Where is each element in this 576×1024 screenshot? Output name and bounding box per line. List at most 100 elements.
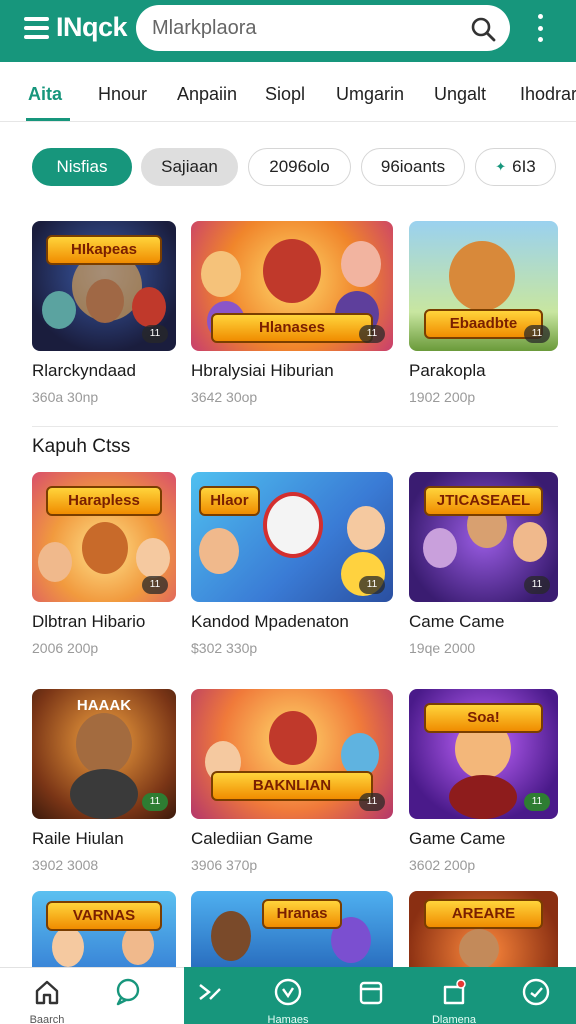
chip-sajiaan[interactable]: Sajiaan [141, 148, 238, 186]
game-meta: 1902 200p [409, 389, 476, 405]
game-title: Calediian Game [191, 829, 313, 848]
search-bar[interactable] [136, 5, 510, 51]
section-divider [32, 426, 558, 427]
game-title: Dlbtran Hibario [32, 612, 146, 631]
rating-badge: 11 [359, 793, 385, 811]
game-title: Parakopla [409, 361, 486, 380]
nav-done[interactable] [506, 967, 566, 1024]
game-banner: JTICASEAEL [423, 486, 544, 516]
game-banner: BAKNLIAN [211, 771, 373, 801]
menu-icon[interactable] [24, 17, 49, 39]
rating-badge: 11 [524, 793, 550, 811]
game-meta: 360a 30np [32, 389, 99, 405]
game-banner: AREARE [423, 899, 544, 929]
nav-home[interactable]: Baarch [17, 967, 77, 1024]
notification-icon [443, 979, 466, 1005]
chip-label: 6I3 [512, 157, 536, 176]
game-thumbnail: HIkapeas 11 [32, 221, 176, 351]
tab-anpaiin[interactable]: Anpaiin [177, 84, 237, 105]
nav-chat[interactable] [98, 967, 158, 1024]
tab-siopl[interactable]: Siopl [265, 84, 305, 105]
bottom-navigation: Baarch Hamaes Dlamena [0, 967, 576, 1024]
rating-badge: 11 [359, 325, 385, 343]
tab-ungalt[interactable]: Ungalt [434, 84, 486, 105]
chat-icon [116, 978, 140, 1006]
rating-badge: 11 [142, 793, 168, 811]
chip-nisfias[interactable]: Nisfias [32, 148, 132, 186]
game-card[interactable]: VARNAS [32, 891, 176, 967]
game-meta: 3902 3008 [32, 857, 99, 873]
nav-label: Dlamena [431, 1014, 477, 1024]
game-thumbnail: BAKNLIAN 11 [191, 689, 393, 819]
rating-badge: 11 [524, 576, 550, 594]
game-card[interactable]: BAKNLIAN 11 Calediian Game 3906 370p [191, 689, 393, 873]
game-card[interactable]: Hranas [191, 891, 393, 967]
game-thumbnail: Hranas [191, 891, 393, 967]
game-thumbnail: JTICASEAEL 11 [409, 472, 558, 602]
tab-aita[interactable]: Aita [28, 84, 62, 105]
game-thumbnail: Harapless 11 [32, 472, 176, 602]
game-thumbnail: Ebaadbte 11 [409, 221, 558, 351]
check-icon [522, 978, 550, 1006]
game-card[interactable]: Ebaadbte 11 Parakopla 1902 200p [409, 221, 558, 405]
nav-notifications[interactable]: Dlamena [424, 967, 484, 1024]
game-title: Game Came [409, 829, 506, 848]
search-input[interactable] [152, 5, 462, 51]
game-meta: 19qe 2000 [409, 640, 476, 656]
tab-umgarin[interactable]: Umgarin [336, 84, 404, 105]
chip-96ioants[interactable]: 96ioants [361, 148, 465, 186]
nav-library[interactable] [341, 967, 401, 1024]
game-banner: VARNAS [46, 901, 162, 931]
game-banner: Hlanases [211, 313, 373, 343]
game-thumbnail: HAAAK 11 [32, 689, 176, 819]
more-options-icon[interactable] [533, 14, 547, 42]
game-title: Kandod Mpadenaton [191, 612, 349, 631]
game-banner: HAAAK [76, 697, 132, 714]
game-title: Raile Hiulan [32, 829, 124, 848]
game-thumbnail: VARNAS [32, 891, 176, 967]
game-banner: Hranas [261, 899, 343, 929]
tab-hnour[interactable]: Hnour [98, 84, 147, 105]
game-thumbnail: Soa! 11 [409, 689, 558, 819]
game-card[interactable]: HIkapeas 11 Rlarckyndaad 360a 30np [32, 221, 176, 405]
rating-badge: 11 [142, 576, 168, 594]
game-thumbnail: AREARE [409, 891, 558, 967]
game-meta: 3602 200p [409, 857, 476, 873]
game-title: Came Came [409, 612, 505, 631]
game-banner: HIkapeas [46, 235, 162, 265]
game-title: Rlarckyndaad [32, 361, 136, 380]
section-title: Kapuh Ctss [32, 436, 131, 457]
game-card[interactable]: Hlanases 11 Hbralysiai Hiburian 3642 30o… [191, 221, 393, 405]
game-card[interactable]: JTICASEAEL 11 Came Came 19qe 2000 [409, 472, 558, 656]
chip-6i3[interactable]: ✦ 6I3 [475, 148, 556, 186]
sparkle-icon: ✦ [495, 159, 507, 174]
game-card[interactable]: Harapless 11 Dlbtran Hibario 2006 200p [32, 472, 176, 656]
app-header: INqck [0, 0, 576, 62]
game-banner: Soa! [423, 703, 544, 733]
send-icon [199, 984, 221, 1000]
rating-badge: 11 [524, 325, 550, 343]
nav-send[interactable] [180, 967, 240, 1024]
game-card[interactable]: AREARE [409, 891, 558, 967]
rating-badge: 11 [359, 576, 385, 594]
home-icon [35, 980, 59, 1005]
game-card[interactable]: Hlaor 11 Kandod Mpadenaton $302 330p [191, 472, 393, 656]
brand-logo: INqck [56, 12, 128, 42]
active-tab-indicator [26, 118, 70, 121]
heart-icon [274, 978, 302, 1006]
game-meta: 2006 200p [32, 640, 99, 656]
search-icon[interactable] [470, 16, 496, 42]
game-banner: Harapless [46, 486, 162, 516]
category-tabs: Aita Hnour Anpaiin Siopl Umgarin Ungalt … [0, 62, 576, 122]
game-thumbnail: Hlaor 11 [191, 472, 393, 602]
game-card[interactable]: HAAAK 11 Raile Hiulan 3902 3008 [32, 689, 176, 873]
nav-label: Baarch [29, 1014, 65, 1024]
game-card[interactable]: Soa! 11 Game Came 3602 200p [409, 689, 558, 873]
nav-favorites[interactable]: Hamaes [258, 967, 318, 1024]
game-meta: 3642 30op [191, 389, 258, 405]
game-meta: 3906 370p [191, 857, 258, 873]
chip-2096olo[interactable]: 2096olo [248, 148, 351, 186]
library-icon [359, 981, 383, 1005]
rating-badge: 11 [142, 325, 168, 343]
tab-ihodrar[interactable]: Ihodrar [520, 84, 576, 105]
